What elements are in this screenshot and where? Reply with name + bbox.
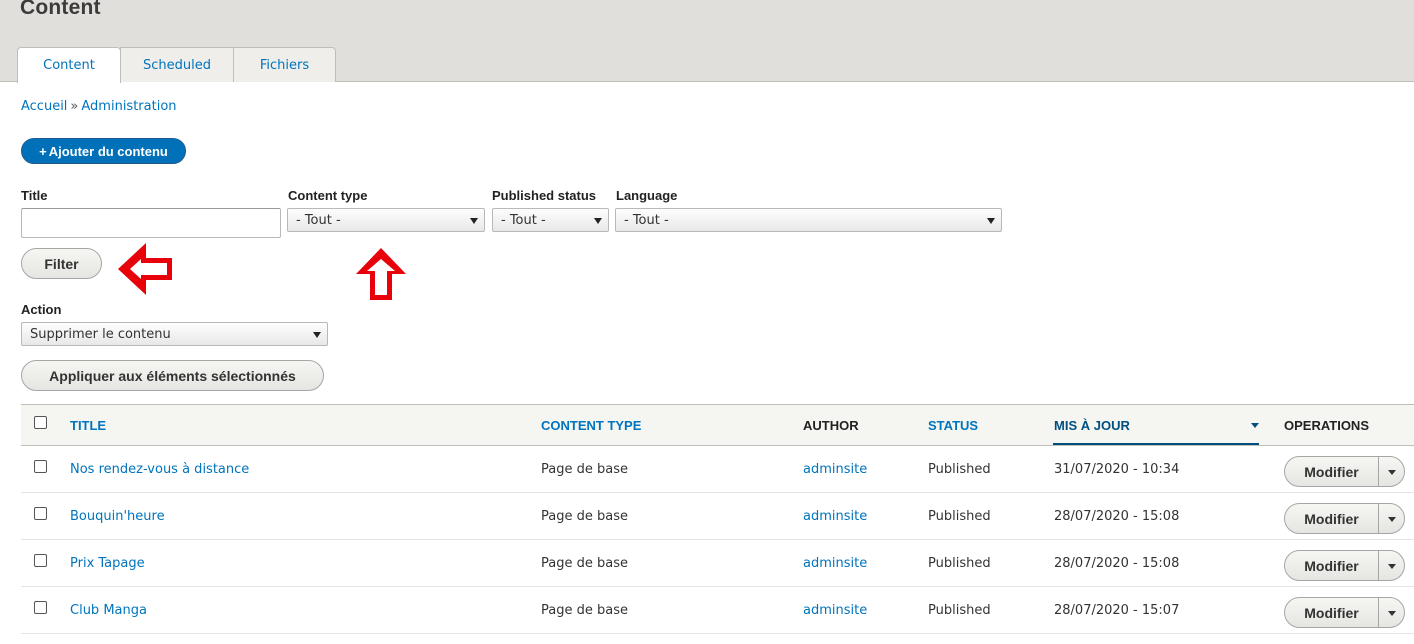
row-checkbox[interactable] (34, 601, 47, 614)
tab-scheduled[interactable]: Scheduled (120, 47, 234, 82)
language-select[interactable]: - Tout - (615, 208, 1002, 232)
operations-dropdown-toggle[interactable] (1379, 457, 1404, 486)
select-all-checkbox[interactable] (34, 416, 47, 429)
breadcrumb-home-link[interactable]: Accueil (21, 99, 67, 114)
row-operations: Modifier (1284, 597, 1405, 628)
chevron-down-icon (1388, 517, 1396, 522)
operations-dropdown-toggle[interactable] (1379, 504, 1404, 533)
row-title-link[interactable]: Bouquin'heure (70, 509, 165, 524)
action-value: Supprimer le contenu (30, 326, 171, 342)
row-checkbox[interactable] (34, 554, 47, 567)
table-row: Bouquin'heure Page de base adminsite Pub… (21, 493, 1414, 540)
breadcrumb-separator: » (70, 99, 79, 114)
table-header: TITLE CONTENT TYPE AUTHOR STATUS MIS À J… (21, 404, 1414, 446)
modifier-button[interactable]: Modifier (1285, 598, 1379, 627)
up-arrow-icon (356, 248, 406, 300)
content-type-value: - Tout - (296, 212, 341, 228)
breadcrumb: Accueil» Administration (21, 99, 177, 114)
row-status: Published (928, 556, 991, 571)
row-status: Published (928, 603, 991, 618)
table-row: Club Manga Page de base adminsite Publis… (21, 587, 1414, 634)
chevron-down-icon (987, 218, 995, 224)
tab-fichiers[interactable]: Fichiers (233, 47, 336, 82)
action-select[interactable]: Supprimer le contenu (21, 322, 328, 346)
row-updated: 28/07/2020 - 15:08 (1054, 509, 1180, 524)
row-operations: Modifier (1284, 503, 1405, 534)
row-title-link[interactable]: Nos rendez-vous à distance (70, 462, 249, 477)
published-status-value: - Tout - (501, 212, 546, 228)
column-status-header[interactable]: STATUS (928, 418, 978, 433)
language-label: Language (616, 188, 678, 203)
column-author-header: AUTHOR (803, 418, 859, 433)
page-title: Content (20, 0, 101, 19)
filter-button[interactable]: Filter (21, 248, 102, 279)
chevron-down-icon (594, 218, 602, 224)
title-filter-input[interactable] (21, 208, 281, 238)
row-checkbox[interactable] (34, 507, 47, 520)
row-operations: Modifier (1284, 456, 1405, 487)
row-checkbox[interactable] (34, 460, 47, 473)
column-operations-header: OPERATIONS (1284, 418, 1369, 433)
column-content-type-header[interactable]: CONTENT TYPE (541, 418, 641, 433)
row-updated: 31/07/2020 - 10:34 (1054, 462, 1180, 477)
breadcrumb-admin-link[interactable]: Administration (81, 99, 176, 114)
row-title-link[interactable]: Prix Tapage (70, 556, 145, 571)
operations-dropdown-toggle[interactable] (1379, 551, 1404, 580)
language-value: - Tout - (624, 212, 669, 228)
row-status: Published (928, 509, 991, 524)
page-header: Content Content Scheduled Fichiers (0, 0, 1414, 83)
chevron-down-icon (1388, 470, 1396, 475)
row-title-link[interactable]: Club Manga (70, 603, 147, 618)
modifier-button[interactable]: Modifier (1285, 551, 1379, 580)
operations-dropdown-toggle[interactable] (1379, 598, 1404, 627)
add-content-button[interactable]: + Ajouter du contenu (21, 138, 186, 164)
modifier-button[interactable]: Modifier (1285, 504, 1379, 533)
published-status-select[interactable]: - Tout - (492, 208, 609, 232)
sort-desc-icon[interactable] (1251, 423, 1259, 428)
content-type-select[interactable]: - Tout - (287, 208, 485, 232)
content-type-label: Content type (288, 188, 368, 203)
left-arrow-icon (118, 243, 172, 295)
action-label: Action (21, 302, 62, 317)
column-updated-header[interactable]: MIS À JOUR (1054, 418, 1130, 433)
row-author-link[interactable]: adminsite (803, 556, 867, 571)
column-title-header[interactable]: TITLE (70, 418, 106, 433)
row-updated: 28/07/2020 - 15:07 (1054, 603, 1180, 618)
row-content-type: Page de base (541, 509, 628, 524)
chevron-down-icon (1388, 564, 1396, 569)
row-content-type: Page de base (541, 556, 628, 571)
published-status-label: Published status (492, 188, 597, 203)
modifier-button[interactable]: Modifier (1285, 457, 1379, 486)
active-sort-indicator (1053, 443, 1259, 445)
row-author-link[interactable]: adminsite (803, 462, 867, 477)
table-row: Nos rendez-vous à distance Page de base … (21, 446, 1414, 493)
tab-content[interactable]: Content (17, 47, 121, 83)
chevron-down-icon (470, 218, 478, 224)
row-content-type: Page de base (541, 603, 628, 618)
row-updated: 28/07/2020 - 15:08 (1054, 556, 1180, 571)
table-row: Prix Tapage Page de base adminsite Publi… (21, 540, 1414, 587)
row-author-link[interactable]: adminsite (803, 603, 867, 618)
add-content-label: Ajouter du contenu (48, 143, 168, 159)
row-operations: Modifier (1284, 550, 1405, 581)
row-author-link[interactable]: adminsite (803, 509, 867, 524)
apply-selected-button[interactable]: Appliquer aux éléments sélectionnés (21, 360, 324, 391)
primary-tabs: Content Scheduled Fichiers (17, 47, 336, 83)
title-filter-label: Title (21, 188, 48, 203)
chevron-down-icon (1388, 611, 1396, 616)
row-content-type: Page de base (541, 462, 628, 477)
row-status: Published (928, 462, 991, 477)
plus-icon: + (39, 143, 47, 159)
chevron-down-icon (313, 332, 321, 338)
